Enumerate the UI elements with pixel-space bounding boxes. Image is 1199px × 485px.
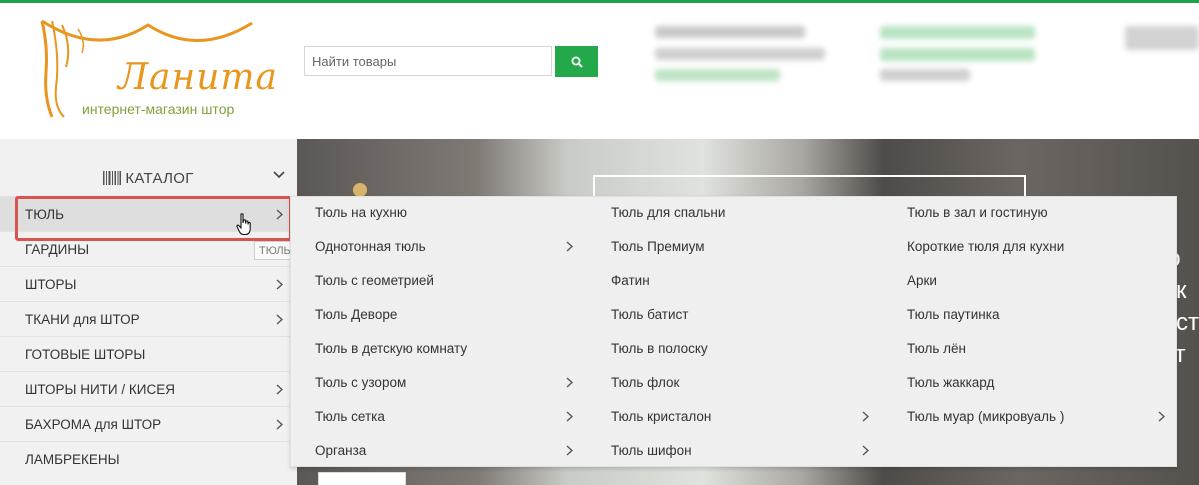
submenu-item[interactable]: Тюль в зал и гостиную <box>907 203 1048 223</box>
submenu-item[interactable]: Однотонная тюль <box>315 237 426 257</box>
blurred-contact-line <box>655 48 825 60</box>
site-header: Ланита интернет-магазин штор <box>0 3 1199 139</box>
blurred-phone-line <box>880 48 1035 61</box>
submenu-item[interactable]: Тюль лён <box>907 339 966 359</box>
sidebar-item[interactable]: ТКАНИ для ШТОР <box>0 301 297 336</box>
barcode-icon <box>103 171 122 185</box>
submenu-item[interactable]: Тюль в полоску <box>611 339 708 359</box>
sidebar-item[interactable]: ШТОРЫ <box>0 266 297 301</box>
submenu-item[interactable]: Тюль Деворе <box>315 305 397 325</box>
submenu-item[interactable]: Тюль флок <box>611 373 679 393</box>
chevron-right-icon <box>566 241 573 252</box>
chevron-right-icon <box>276 314 283 325</box>
blurred-cart <box>1125 26 1199 50</box>
submenu-item[interactable]: Фатин <box>611 271 650 291</box>
submenu-item[interactable]: Тюль в детскую комнату <box>315 339 467 359</box>
ornament-icon <box>353 183 367 197</box>
hand-cursor-icon <box>236 213 251 236</box>
submenu-item[interactable]: Тюль Премиум <box>611 237 705 257</box>
chevron-right-icon <box>1158 411 1165 422</box>
submenu-item[interactable]: Тюль муар (микровуаль ) <box>907 407 1064 427</box>
chevron-right-icon <box>276 419 283 430</box>
sidebar-item[interactable]: ГОТОВЫЕ ШТОРЫ <box>0 336 297 371</box>
submenu-item[interactable]: Тюль шифон <box>611 441 692 461</box>
blurred-contact-line <box>655 26 805 38</box>
sidebar-item-label: ГОТОВЫЕ ШТОРЫ <box>25 346 146 362</box>
chevron-right-icon <box>862 445 869 456</box>
sidebar-item-label: ШТОРЫ <box>25 276 77 292</box>
sidebar-item-label: ТКАНИ для ШТОР <box>25 311 140 327</box>
chevron-right-icon <box>566 445 573 456</box>
chevron-right-icon <box>276 279 283 290</box>
chevron-right-icon <box>276 384 283 395</box>
submenu-item[interactable]: Тюль с узором <box>315 373 406 393</box>
chevron-right-icon <box>566 377 573 388</box>
chevron-right-icon <box>566 411 573 422</box>
submenu-item[interactable]: Арки <box>907 271 937 291</box>
sidebar-item-label: ШТОРЫ НИТИ / КИСЕЯ <box>25 381 175 397</box>
submenu-item[interactable]: Короткие тюля для кухни <box>907 237 1064 257</box>
blurred-phone-line <box>880 26 1035 39</box>
search-input[interactable] <box>304 46 552 76</box>
sidebar-item-label: ЛАМБРЕКЕНЫ <box>25 451 120 467</box>
submenu-item[interactable]: Тюль на кухню <box>315 203 407 223</box>
sidebar-item[interactable]: ШТОРЫ НИТИ / КИСЕЯ <box>0 371 297 406</box>
submenu-item[interactable]: Тюль паутинка <box>907 305 999 325</box>
submenu-item[interactable]: Органза <box>315 441 366 461</box>
submenu-dropdown: Тюль на кухню Однотонная тюль Тюль с геоме… <box>290 196 1177 467</box>
logo-name: Ланита <box>118 57 279 98</box>
chevron-down-icon[interactable] <box>273 171 285 179</box>
sidebar-item[interactable]: ЛАМБРЕКЕНЫ <box>0 441 297 476</box>
submenu-item[interactable]: Тюль сетка <box>315 407 385 427</box>
sidebar-item-label: БАХРОМА для ШТОР <box>25 416 162 432</box>
submenu-item[interactable]: Тюль для спальни <box>611 203 725 223</box>
site-logo[interactable]: Ланита интернет-магазин штор <box>38 17 277 125</box>
logo-subtitle: интернет-магазин штор <box>82 101 235 117</box>
catalog-header[interactable]: КАТАЛОГ <box>0 161 297 195</box>
submenu-item[interactable]: Тюль с геометрией <box>315 271 434 291</box>
blurred-phone-line <box>880 69 970 81</box>
submenu-item[interactable]: Тюль жаккард <box>907 373 994 393</box>
search-button[interactable] <box>555 46 598 77</box>
submenu-item[interactable]: Тюль батист <box>611 305 688 325</box>
sidebar-item[interactable]: БАХРОМА для ШТОР <box>0 406 297 441</box>
catalog-label: КАТАЛОГ <box>125 169 194 187</box>
search-icon <box>571 56 583 68</box>
submenu-item[interactable]: Тюль кристалон <box>611 407 711 427</box>
sidebar-item-label: ГАРДИНЫ <box>25 241 90 257</box>
banner-tab[interactable] <box>318 472 406 485</box>
chevron-right-icon <box>862 411 869 422</box>
blurred-contact-line <box>655 69 780 81</box>
